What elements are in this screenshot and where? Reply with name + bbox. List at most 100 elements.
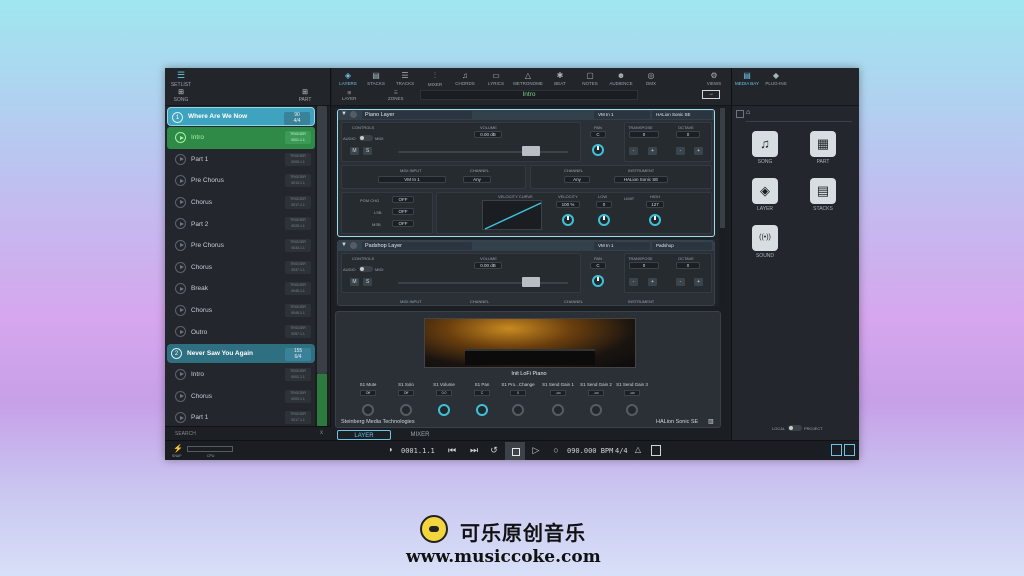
part-row[interactable]: Pre Chorus TRIGGER 0033.1.1 — [167, 235, 315, 257]
part-row[interactable]: Pre Chorus TRIGGER 0013.1.1 — [167, 170, 315, 192]
tool-lyrics[interactable]: ▭ LYRICS — [482, 71, 510, 86]
song-row[interactable]: 1 Where Are We Now 90 4/4 — [167, 107, 315, 126]
channel-select[interactable]: Any — [463, 176, 491, 183]
param-s1-send-gain-3[interactable]: S1 Send Gain 3 -oo — [610, 382, 654, 396]
mute-button[interactable]: M — [350, 147, 359, 155]
play-icon[interactable] — [175, 368, 186, 380]
add-part-button[interactable]: ⊞ PART — [297, 88, 313, 103]
play-icon[interactable] — [175, 218, 186, 230]
collapse-icon[interactable]: ▼ — [341, 111, 347, 117]
play-icon[interactable] — [175, 412, 186, 424]
search-field[interactable]: SEARCH x — [165, 426, 331, 440]
tool-mixer[interactable]: ⫶ MIXER — [421, 71, 449, 87]
velocity-value[interactable]: 100 % — [556, 201, 580, 208]
volume-fader[interactable] — [522, 277, 540, 287]
octave-up-button[interactable]: + — [694, 147, 703, 155]
transpose-value[interactable]: 0 — [629, 131, 659, 138]
add-song-button[interactable]: ⊞ SONG — [173, 88, 189, 103]
song-row[interactable]: 2 Never Saw You Again 155 6/4 — [167, 343, 315, 363]
song-icon[interactable]: ♫ — [752, 131, 778, 157]
volume-fader-track[interactable] — [398, 151, 568, 153]
play-icon[interactable] — [175, 390, 186, 402]
tool-beat[interactable]: ✱ BEAT — [546, 71, 574, 86]
param-s1-solo[interactable]: S1 Solo Off — [388, 382, 424, 396]
pan-value[interactable]: C — [590, 131, 606, 138]
param-s1-volume[interactable]: S1 Volume 0.0 — [426, 382, 462, 396]
play-icon[interactable] — [175, 304, 186, 316]
audio-midi-toggle[interactable] — [359, 135, 373, 141]
rack-scrollbar[interactable] — [720, 108, 725, 306]
home-icon[interactable]: ⌂ — [746, 109, 750, 116]
pan-knob[interactable] — [592, 275, 604, 287]
mute-button[interactable]: M — [350, 278, 359, 286]
octave-value[interactable]: 0 — [676, 262, 700, 269]
solo-button[interactable]: S — [363, 278, 372, 286]
midi-input-display[interactable]: VM In 1 — [594, 242, 650, 250]
part-row[interactable]: Break TRIGGER 0045.1.1 — [167, 278, 315, 300]
play-icon[interactable] — [175, 153, 186, 165]
position-display[interactable]: 0001.1.1 — [401, 446, 435, 456]
transpose-value[interactable]: 0 — [629, 262, 659, 269]
param-s1-pan[interactable]: S1 Pan C — [464, 382, 500, 396]
transpose-down-button[interactable]: - — [629, 147, 638, 155]
layer-name[interactable]: Padshop Layer — [362, 242, 472, 250]
play-icon[interactable] — [175, 132, 186, 143]
low-value[interactable]: 0 — [596, 201, 612, 208]
volume-fader-track[interactable] — [398, 282, 568, 284]
metronome-icon[interactable]: △ — [631, 445, 645, 454]
views-button[interactable]: ⚙ VIEWS — [700, 71, 728, 86]
skip-back-icon[interactable]: ⏮ — [445, 445, 459, 456]
s1-pan-knob[interactable] — [476, 404, 488, 416]
velocity-curve-graph[interactable] — [482, 200, 542, 230]
layer-panel[interactable]: ▼ Padshop Layer VM In 1 Padshop CONTROLS… — [337, 240, 715, 306]
collapse-icon[interactable]: ▼ — [341, 242, 347, 248]
high-knob[interactable] — [649, 214, 661, 226]
s1-send-gain-3-knob[interactable] — [626, 404, 638, 416]
part-row[interactable]: Part 1 TRIGGER 0005.1.1 — [167, 149, 315, 171]
part-icon[interactable]: ▦ — [810, 131, 836, 157]
tool-audience[interactable]: ☻ AUDIENCE — [606, 71, 636, 86]
layout-right-button[interactable] — [844, 444, 855, 456]
tool-metronome[interactable]: △ METRONOME — [512, 71, 544, 86]
transpose-down-button[interactable]: - — [629, 278, 638, 286]
next-part-button[interactable]: → — [702, 90, 720, 99]
tab-layer[interactable]: LAYER — [337, 430, 391, 440]
play-icon[interactable] — [175, 283, 186, 295]
setlist-button[interactable]: ☰ SETLIST — [169, 70, 193, 88]
scrollbar-thumb[interactable] — [720, 108, 725, 228]
record-icon[interactable]: ○ — [549, 445, 563, 455]
play-icon[interactable] — [175, 326, 186, 338]
part-row[interactable]: Outro TRIGGER 0057.1.1 — [167, 321, 315, 343]
tool-layers[interactable]: ◈ LAYERS — [334, 71, 362, 86]
transpose-up-button[interactable]: + — [648, 147, 657, 155]
octave-up-button[interactable]: + — [694, 278, 703, 286]
lsb-value[interactable]: OFF — [392, 208, 414, 215]
tool-chords[interactable]: ♫ CHORDS — [451, 71, 479, 86]
param-s1-mute[interactable]: S1 Mute Off — [350, 382, 386, 396]
tab-plug-ins[interactable]: ◆ PLUG-INS — [762, 71, 790, 86]
panel-toggle-button[interactable] — [651, 445, 661, 456]
select-checkbox[interactable] — [736, 110, 744, 118]
solo-button[interactable]: S — [363, 147, 372, 155]
instrument-select[interactable]: HALion Sonic SE — [614, 176, 668, 183]
s1-mute-knob[interactable] — [362, 404, 374, 416]
part-row[interactable]: Intro TRIGGER 0001.1.1 — [167, 364, 315, 386]
tool-dmx[interactable]: ◎ DMX — [637, 71, 665, 86]
keyboard-icon[interactable]: ▥ — [708, 418, 714, 425]
instrument-display[interactable]: Padshop — [652, 242, 712, 250]
sound-icon[interactable]: ((•)) — [752, 225, 778, 251]
high-value[interactable]: 127 — [646, 201, 664, 208]
param-s1-program-change[interactable]: S1 Pro...Change 0 — [496, 382, 540, 396]
stacks-icon[interactable]: ▤ — [810, 178, 836, 204]
transpose-up-button[interactable]: + — [648, 278, 657, 286]
local-project-toggle[interactable] — [788, 425, 802, 431]
instrument-display[interactable]: HALion Sonic SE — [652, 111, 712, 119]
play-icon[interactable]: ▷ — [529, 445, 543, 456]
loop-icon[interactable]: ↺ — [487, 445, 501, 456]
tab-mixer[interactable]: MIXER — [393, 430, 447, 440]
signature-display[interactable]: 4/4 — [615, 446, 628, 456]
part-row[interactable]: Chorus TRIGGER 0049.1.1 — [167, 300, 315, 322]
pan-value[interactable]: C — [590, 262, 606, 269]
part-row[interactable]: Part 1 TRIGGER 0017.1.1 — [167, 407, 315, 426]
play-icon[interactable] — [175, 196, 186, 208]
